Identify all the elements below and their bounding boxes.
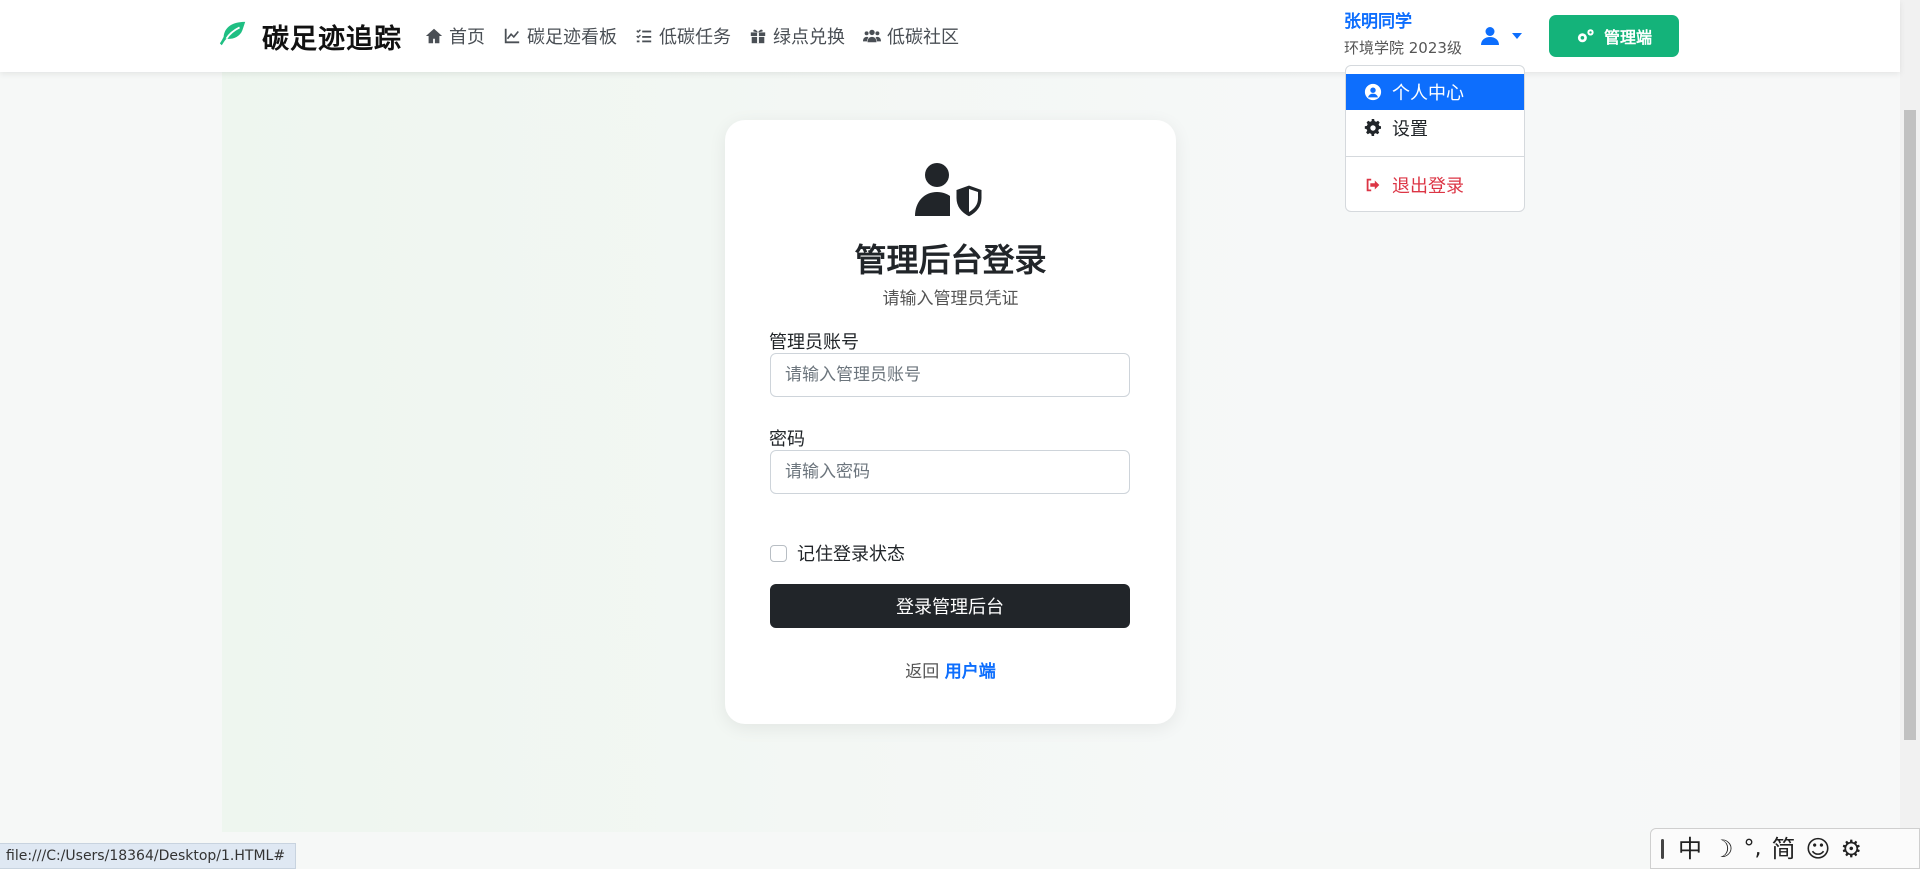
ime-toolbar: 中 ☽ °, 简 ☺ ⚙ bbox=[1650, 828, 1920, 869]
scrollbar-thumb[interactable] bbox=[1904, 110, 1916, 740]
task-list-icon bbox=[636, 29, 652, 43]
top-navbar: 碳足迹追踪 首页 碳足迹看板 低碳任务 绿点兑换 低碳社区 张明同学 环境学院 … bbox=[0, 0, 1900, 72]
ime-chinese-mode[interactable]: 中 bbox=[1678, 837, 1702, 861]
nav-link-label: 绿点兑换 bbox=[773, 27, 845, 48]
menu-item-label: 退出登录 bbox=[1392, 176, 1464, 197]
status-bar-url: file:///C:/Users/18364/Desktop/1.HTML# bbox=[0, 843, 297, 869]
nav-link-rewards[interactable]: 绿点兑换 bbox=[749, 23, 845, 49]
nav-link-home[interactable]: 首页 bbox=[425, 23, 485, 49]
nav-link-label: 首页 bbox=[449, 27, 485, 48]
nav-link-dashboard[interactable]: 碳足迹看板 bbox=[503, 23, 617, 49]
password-input[interactable] bbox=[770, 450, 1130, 494]
nav-link-label: 低碳任务 bbox=[659, 27, 731, 48]
user-portal-link[interactable]: 用户端 bbox=[945, 662, 996, 682]
ime-punctuation-icon[interactable]: °, bbox=[1744, 836, 1762, 861]
admin-button-label: 管理端 bbox=[1603, 28, 1652, 47]
user-icon bbox=[1481, 27, 1499, 45]
brand-title: 碳足迹追踪 bbox=[262, 23, 402, 55]
main-nav: 首页 碳足迹看板 低碳任务 绿点兑换 低碳社区 bbox=[425, 22, 959, 50]
user-dropdown-menu: 个人中心 设置 退出登录 bbox=[1345, 65, 1525, 212]
brand[interactable]: 碳足迹追踪 bbox=[218, 18, 402, 55]
user-meta: 环境学院 2023级 bbox=[1344, 39, 1462, 57]
nav-link-tasks[interactable]: 低碳任务 bbox=[635, 23, 731, 49]
account-label: 管理员账号 bbox=[769, 332, 859, 353]
users-icon bbox=[863, 29, 881, 43]
gear-icon bbox=[1364, 119, 1382, 137]
remember-label: 记住登录状态 bbox=[797, 544, 905, 565]
chart-line-icon bbox=[504, 28, 520, 44]
ime-emoji-icon[interactable]: ☺ bbox=[1806, 837, 1831, 861]
menu-item-label: 设置 bbox=[1392, 119, 1428, 140]
password-label: 密码 bbox=[769, 429, 805, 450]
back-row: 返回 用户端 bbox=[725, 657, 1176, 682]
user-circle-icon bbox=[1364, 83, 1382, 101]
menu-item-settings[interactable]: 设置 bbox=[1346, 110, 1524, 146]
nav-link-label: 碳足迹看板 bbox=[527, 27, 617, 48]
nav-link-community[interactable]: 低碳社区 bbox=[863, 23, 959, 49]
user-shield-icon bbox=[915, 163, 985, 218]
gears-icon bbox=[1577, 29, 1594, 43]
nav-link-label: 低碳社区 bbox=[887, 27, 959, 48]
menu-item-logout[interactable]: 退出登录 bbox=[1346, 167, 1524, 203]
page-scrollbar[interactable] bbox=[1900, 0, 1920, 869]
sign-out-icon bbox=[1366, 178, 1380, 192]
admin-login-card: 管理后台登录 请输入管理员凭证 管理员账号 密码 记住登录状态 登录管理后台 返… bbox=[725, 120, 1176, 724]
ime-settings-icon[interactable]: ⚙ bbox=[1841, 837, 1863, 861]
account-input[interactable] bbox=[770, 353, 1130, 397]
chevron-down-icon bbox=[1512, 33, 1522, 39]
menu-item-label: 个人中心 bbox=[1392, 83, 1464, 104]
login-title: 管理后台登录 bbox=[854, 241, 1047, 279]
ime-drag-handle[interactable] bbox=[1661, 838, 1664, 859]
leaf-icon bbox=[218, 19, 248, 53]
menu-divider bbox=[1346, 156, 1524, 157]
remember-checkbox[interactable] bbox=[770, 544, 787, 562]
user-name: 张明同学 bbox=[1344, 12, 1412, 32]
user-info: 张明同学 环境学院 2023级 bbox=[1344, 10, 1462, 60]
admin-login-button[interactable]: 登录管理后台 bbox=[770, 584, 1130, 628]
ime-moon-icon[interactable]: ☽ bbox=[1712, 837, 1734, 861]
back-prefix: 返回 bbox=[905, 662, 940, 682]
menu-item-profile[interactable]: 个人中心 bbox=[1346, 74, 1524, 110]
ime-simplified-mode[interactable]: 简 bbox=[1772, 837, 1796, 861]
admin-portal-button[interactable]: 管理端 bbox=[1549, 15, 1679, 57]
remember-row: 记住登录状态 bbox=[770, 540, 905, 566]
home-icon bbox=[425, 28, 443, 44]
gift-icon bbox=[750, 29, 766, 44]
user-menu-toggle[interactable] bbox=[1480, 22, 1536, 50]
login-subtitle: 请输入管理员凭证 bbox=[882, 289, 1019, 309]
